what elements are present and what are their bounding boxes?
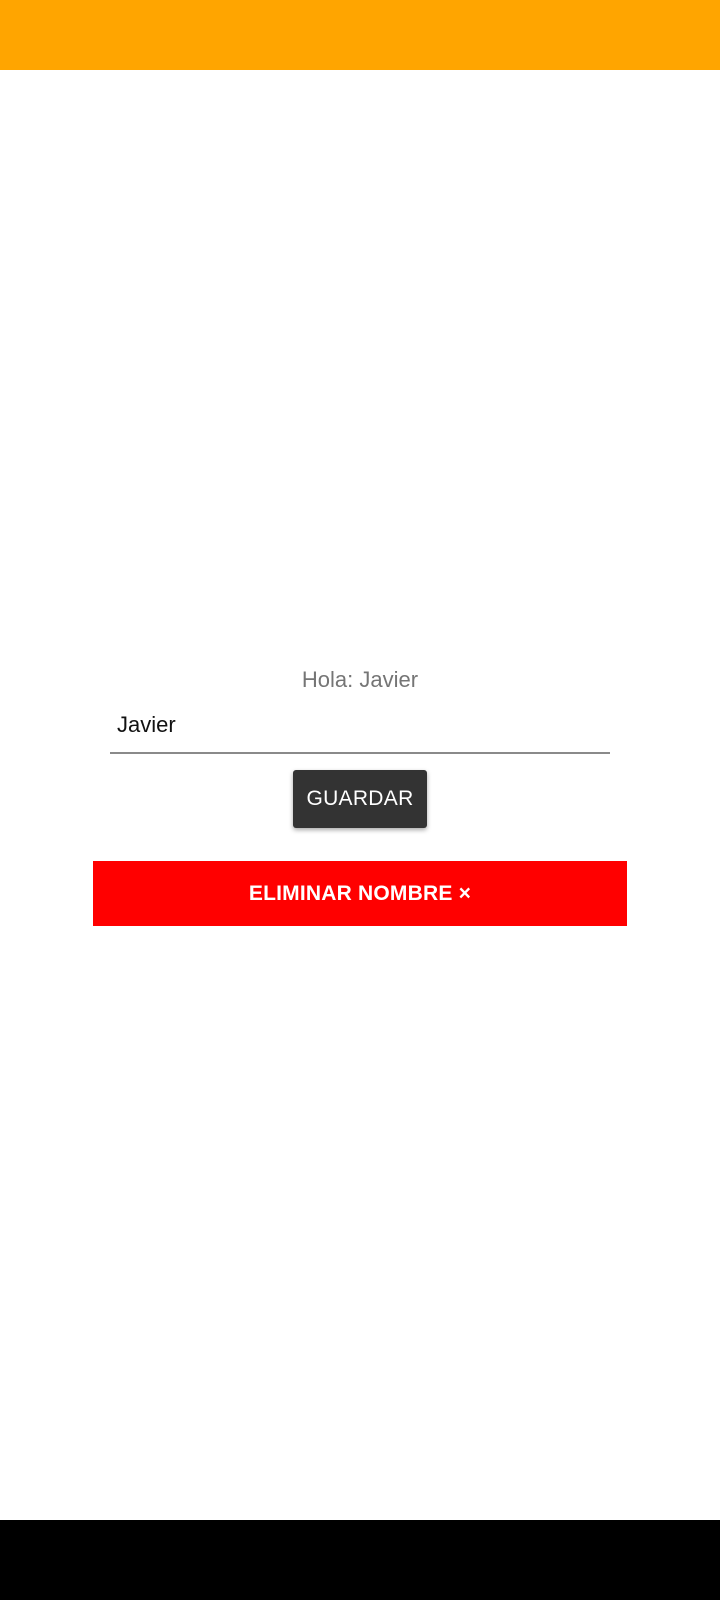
- save-button[interactable]: GUARDAR: [293, 770, 427, 828]
- name-input-value: Javier: [117, 712, 176, 737]
- greeting-text: Hola: Javier: [301, 667, 419, 692]
- name-input[interactable]: Javier: [110, 698, 610, 754]
- status-bar: [0, 0, 720, 70]
- navigation-bar: [0, 1520, 720, 1600]
- main-content: Hola: Javier Javier GUARDAR ELIMINAR NOM…: [0, 70, 720, 1520]
- delete-name-button[interactable]: ELIMINAR NOMBRE ×: [93, 861, 627, 926]
